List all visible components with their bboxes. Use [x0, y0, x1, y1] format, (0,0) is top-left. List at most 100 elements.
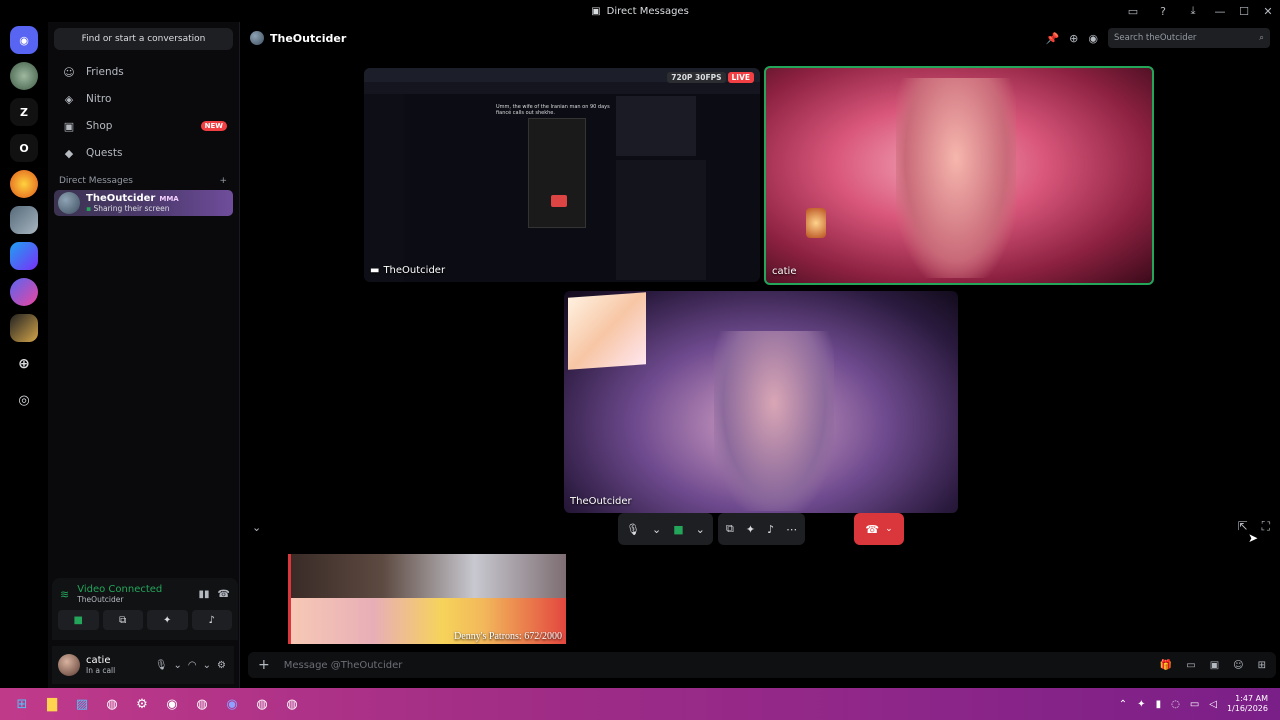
server-icon-7[interactable] [10, 242, 38, 270]
soundboard-button[interactable]: ♪ [191, 610, 232, 630]
usb-icon[interactable]: ▮ [1156, 699, 1162, 710]
noise-suppression-icon[interactable]: ▮▮ [199, 589, 210, 600]
help-icon[interactable]: ? [1148, 0, 1178, 22]
participant-name: TheOutcider [570, 496, 632, 507]
server-icon-flame[interactable] [10, 170, 38, 198]
title-bar: ▣ Direct Messages ▭ ? ⤓ — ☐ ✕ [0, 0, 1280, 22]
disconnect-icon[interactable]: ☎ [218, 589, 230, 600]
chevron-down-icon[interactable]: ⌄ [696, 523, 705, 536]
steam-icon[interactable]: ◉ [160, 692, 184, 716]
server-icon-o[interactable]: O [10, 134, 38, 162]
soundboard-icon[interactable]: ♪ [767, 523, 774, 536]
nav-friends[interactable]: ☺ Friends [54, 59, 233, 85]
app-icon[interactable]: ▨ [70, 692, 94, 716]
app-icon[interactable]: ◍ [250, 692, 274, 716]
video-tile-catie[interactable]: catie [764, 66, 1154, 285]
emoji-icon[interactable]: ☺ [1233, 660, 1243, 671]
find-conversation-button[interactable]: Find or start a conversation [54, 28, 233, 50]
tray-app-icon[interactable]: ✦ [1137, 699, 1145, 710]
search-input[interactable]: Search theOutcider ⌕ [1108, 28, 1270, 48]
video-tile-theoutcider[interactable]: TheOutcider [564, 291, 958, 513]
chrome-icon[interactable]: ◍ [190, 692, 214, 716]
title-bar-controls: ▭ ? ⤓ — ☐ ✕ [1118, 0, 1280, 22]
nav-nitro[interactable]: ◈ Nitro [54, 86, 233, 112]
file-explorer-icon[interactable]: ▇ [40, 692, 64, 716]
dm-item-theoutcider[interactable]: TheOutcider MMA ▪ Sharing their screen [54, 190, 233, 216]
embedded-media-preview[interactable]: Denny's Patrons: 672/2000 [288, 554, 566, 644]
headphones-icon[interactable]: ◠ [188, 660, 197, 671]
screen-share-icon[interactable]: ⧉ [726, 522, 734, 536]
chrome-icon[interactable]: ◍ [100, 692, 124, 716]
nav-label: Shop [86, 120, 113, 132]
composer-icons: 🎁 ▭ ▣ ☺ ⊞ [1160, 660, 1266, 671]
microphone-icon[interactable]: 🎙 [626, 523, 640, 536]
shared-video-thumb [551, 195, 567, 207]
live-badge: LIVE [727, 72, 754, 83]
settings-gear-icon[interactable]: ⚙ [217, 660, 226, 671]
upload-plus-icon[interactable]: + [258, 657, 270, 673]
call-controls: ⌄ 🎙 ⌄ ■ ⌄ ⧉ ✦ ♪ ⋯ ☎ ⌄ ⇱ ⛶ [240, 511, 1280, 547]
nav-quests[interactable]: ◆ Quests [54, 140, 233, 166]
popout-icon[interactable]: ⇱ [1238, 519, 1248, 534]
volume-icon[interactable]: ◁ [1209, 699, 1217, 710]
share-screen-button[interactable]: ⧉ [102, 610, 143, 630]
chevron-down-icon[interactable]: ⌄ [885, 524, 893, 534]
voice-channel: TheOutcider [77, 595, 124, 604]
add-server-icon[interactable]: ⊕ [10, 350, 38, 378]
fullscreen-icon[interactable]: ⛶ [1262, 519, 1270, 534]
discover-icon[interactable]: ◎ [10, 386, 38, 414]
server-icon-8[interactable] [10, 278, 38, 306]
minimize-button[interactable]: — [1208, 0, 1232, 22]
chrome-icon[interactable]: ◍ [280, 692, 304, 716]
stream-quality-badge: 720P 30FPS [667, 72, 726, 83]
screen-share-tile[interactable]: Umm, the wife of the Iranian man on 90 d… [364, 68, 760, 282]
user-avatar[interactable] [58, 654, 80, 676]
disconnect-button[interactable]: ☎ ⌄ [854, 513, 904, 545]
activities-button[interactable]: ✦ [147, 610, 188, 630]
activity-controls: ⧉ ✦ ♪ ⋯ [718, 513, 806, 545]
chevron-down-icon[interactable]: ⌄ [174, 660, 182, 671]
mic-tray-icon[interactable]: ◌ [1171, 699, 1180, 710]
windows-start-icon[interactable]: ⊞ [10, 692, 34, 716]
activities-icon[interactable]: ✦ [746, 523, 755, 536]
chevron-up-icon[interactable]: ⌃ [1119, 699, 1127, 710]
add-friends-icon[interactable]: ⊕ [1069, 32, 1078, 45]
server-icon-z[interactable]: Z [10, 98, 38, 126]
chevron-down-icon[interactable]: ⌄ [652, 523, 661, 536]
microphone-icon[interactable]: 🎙 [155, 660, 168, 671]
gif-icon[interactable]: ▭ [1186, 660, 1195, 671]
nitro-icon: ◈ [64, 92, 74, 106]
hang-up-icon: ☎ [865, 522, 880, 536]
collapse-chevron-icon[interactable]: ⌄ [252, 521, 261, 534]
pin-icon[interactable]: 📌 [1045, 32, 1059, 45]
signal-icon: ≋ [60, 587, 70, 601]
server-icon-1[interactable] [10, 62, 38, 90]
camera-button[interactable]: ■ [58, 610, 99, 630]
participant-label: TheOutcider [570, 496, 632, 507]
nav-shop[interactable]: ▣ Shop NEW [54, 113, 233, 139]
clock-time: 1:47 AM [1235, 694, 1268, 703]
discord-icon[interactable]: ◉ [220, 692, 244, 716]
server-icon-6[interactable] [10, 206, 38, 234]
create-dm-icon[interactable]: + [219, 176, 227, 186]
gift-icon[interactable]: 🎁 [1160, 660, 1172, 671]
screen-share-icon: ▪ [86, 204, 92, 213]
maximize-button[interactable]: ☐ [1232, 0, 1256, 22]
inbox-icon[interactable]: ▭ [1118, 0, 1148, 22]
discord-home-button[interactable]: ◉ [10, 26, 38, 54]
apps-icon[interactable]: ⊞ [1258, 660, 1266, 671]
server-icon-9[interactable] [10, 314, 38, 342]
more-options-icon[interactable]: ⋯ [786, 523, 797, 536]
channel-name: TheOutcider [270, 31, 347, 45]
download-icon[interactable]: ⤓ [1178, 0, 1208, 22]
camera-icon[interactable]: ■ [673, 523, 683, 536]
stream-badges: 720P 30FPS LIVE [667, 72, 754, 83]
clock[interactable]: 1:47 AM 1/16/2026 [1227, 694, 1268, 714]
sticker-icon[interactable]: ▣ [1210, 660, 1219, 671]
message-input[interactable]: Message @TheOutcider [284, 660, 1146, 671]
chevron-down-icon[interactable]: ⌄ [203, 660, 211, 671]
network-icon[interactable]: ▭ [1190, 699, 1199, 710]
close-button[interactable]: ✕ [1256, 0, 1280, 22]
user-profile-icon[interactable]: ◉ [1088, 32, 1098, 45]
settings-icon[interactable]: ⚙ [130, 692, 154, 716]
